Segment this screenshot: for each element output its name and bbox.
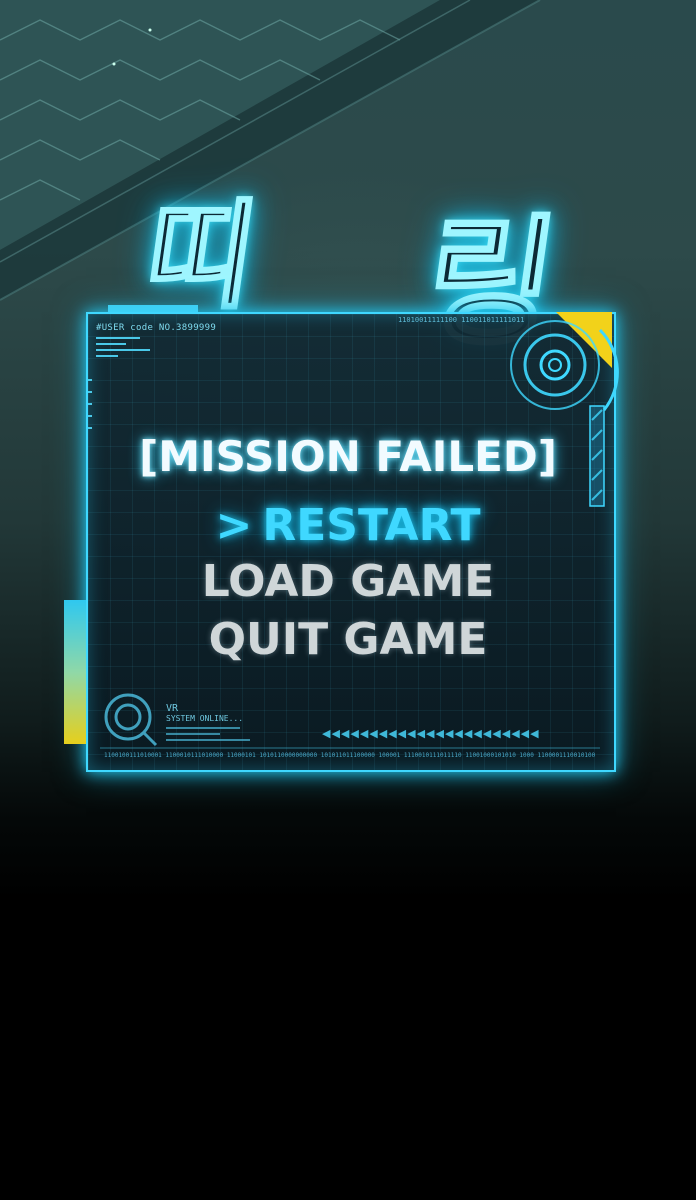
triangle-indicator-row: ◀◀◀◀◀◀◀◀◀◀◀◀◀◀◀◀◀◀◀◀◀◀◀ — [322, 727, 540, 740]
menu-option-quit-game[interactable]: QUIT GAME — [0, 614, 696, 665]
selection-cursor-icon: > — [215, 500, 253, 551]
vr-label: VR — [166, 703, 179, 714]
left-edge-ticks — [88, 379, 92, 429]
top-tab-bar — [108, 305, 198, 313]
mission-failed-title: [MISSION FAILED] — [139, 432, 557, 481]
vr-scope-icon — [104, 693, 158, 747]
user-code-label: #USER code NO.3899999 — [96, 323, 217, 333]
menu-option-label: RESTART — [262, 500, 481, 551]
header-lines — [96, 337, 150, 357]
binary-readout-top: 11010011111100 110011011111011 — [398, 316, 525, 324]
status-lines — [166, 727, 250, 741]
system-status-text: SYSTEM ONLINE... — [166, 714, 244, 723]
binary-readout-bottom: 1100100111010001 1100010111010000 110001… — [104, 752, 596, 759]
sparkle — [112, 62, 116, 66]
menu-option-load-game[interactable]: LOAD GAME — [0, 556, 696, 607]
menu-option-restart[interactable]: > RESTART — [0, 500, 696, 551]
sparkle — [148, 28, 152, 32]
